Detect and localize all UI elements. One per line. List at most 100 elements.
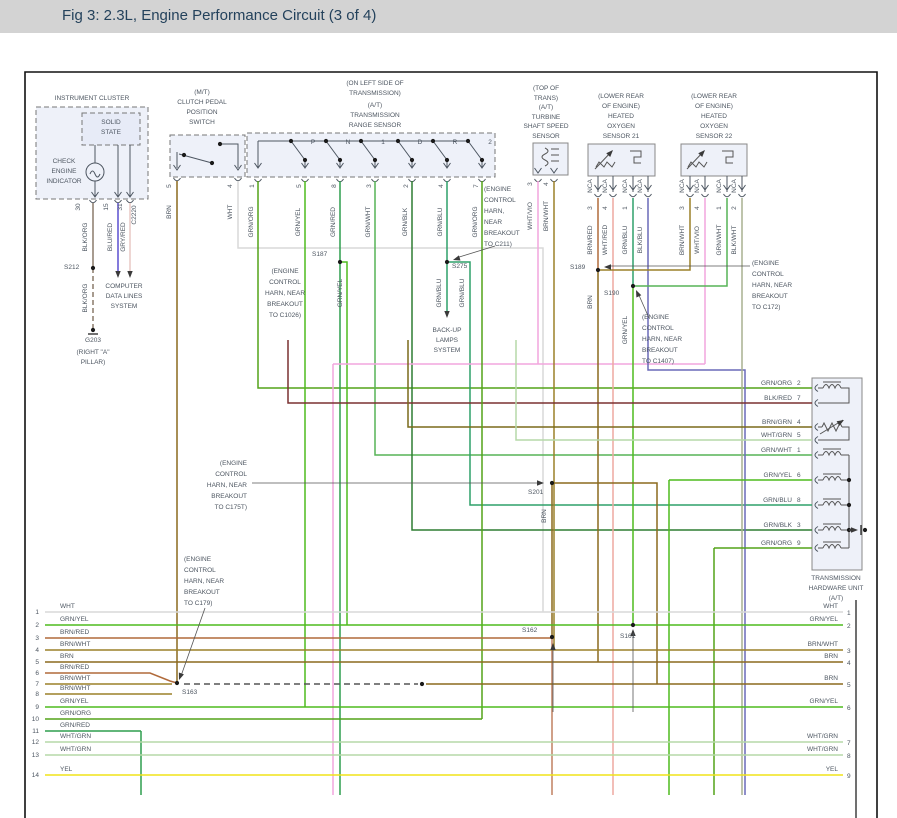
right-row-wire: BRN/WHT xyxy=(758,640,838,650)
right-row-number: 5 xyxy=(847,681,851,691)
left-row-number: 11 xyxy=(27,728,39,735)
left-row-wire: WHT xyxy=(60,602,75,612)
right-row-wire: GRN/YEL xyxy=(758,697,838,707)
backup-lamps-label: BACK-UP LAMPS SYSTEM xyxy=(419,326,475,356)
wire-label: WHT/VIO xyxy=(694,226,701,254)
solid-state-label: SOLID STATE xyxy=(82,118,140,138)
hw-pin-number: 6 xyxy=(797,471,801,481)
gear-label: P xyxy=(311,139,315,146)
nca-label: NCA xyxy=(679,178,686,192)
right-row-wire: BRN xyxy=(758,674,838,684)
nca-label: NCA xyxy=(622,178,629,192)
right-row-number: 6 xyxy=(847,704,851,714)
oxygen-sensor-22-title: (LOWER REAR OF ENGINE) HEATED OXYGEN SEN… xyxy=(678,92,750,142)
wire-label: GRN/YEL xyxy=(622,315,629,344)
hw-pin-number: 7 xyxy=(797,394,801,404)
ground-g203-label: G203 xyxy=(75,336,111,346)
gear-label: D xyxy=(418,139,423,146)
wire-label: GRN/YEL xyxy=(337,278,344,307)
trs-pin-label: 7 xyxy=(473,184,480,188)
wiring-diagram-page: Fig 3: 2.3L, Engine Performance Circuit … xyxy=(0,0,897,818)
ic-pin-label: 31 xyxy=(117,203,124,211)
left-row-number: 6 xyxy=(27,670,39,677)
left-row-wire: BRN xyxy=(60,652,74,662)
splice-s163-label: S163 xyxy=(182,688,197,698)
splice-s275-label: S275 xyxy=(452,262,467,272)
gear-label: 1 xyxy=(381,139,385,146)
ic-connector-label: C2220 xyxy=(131,205,138,225)
splice-s201-label: S201 xyxy=(528,488,543,498)
tss-pin-label: 4 xyxy=(543,182,550,186)
wire-label: GRN/YEL xyxy=(295,207,302,236)
instrument-cluster-title: INSTRUMENT CLUSTER xyxy=(36,94,148,104)
nca-label: NCA xyxy=(587,178,594,192)
trs-pin-label: 8 xyxy=(331,184,338,188)
note-c211: (ENGINE CONTROL HARN, NEAR BREAKOUT TO C… xyxy=(484,184,530,250)
left-row-wire: WHT/GRN xyxy=(60,745,91,755)
hw-pin-number: 4 xyxy=(797,418,801,428)
note-c1407: (ENGINE CONTROL HARN, NEAR BREAKOUT TO C… xyxy=(642,312,700,367)
cpp-pin-label: 4 xyxy=(227,184,234,188)
splice-s190-label: S190 xyxy=(604,289,619,299)
left-row-number: 12 xyxy=(27,739,39,746)
note-c179: (ENGINE CONTROL HARN, NEAR BREAKOUT TO C… xyxy=(184,554,242,609)
wire-label: GRN/RED xyxy=(330,207,337,237)
right-row-wire: WHT xyxy=(758,602,838,612)
wire-label: BLK/WHT xyxy=(731,226,738,255)
hw-pin-wire: GRN/YEL xyxy=(726,471,792,481)
wire-label: GRY/RED xyxy=(120,222,127,252)
turbine-shaft-speed-sensor-box xyxy=(533,143,568,182)
check-engine-indicator-label: CHECK ENGINE INDICATOR xyxy=(38,157,90,187)
wire-label: BLK/BLU xyxy=(637,226,644,253)
range-sensor-location: (ON LEFT SIDE OF TRANSMISSION) xyxy=(310,79,440,99)
hardware-unit-title: TRANSMISSION HARDWARE UNIT (A/T) xyxy=(800,574,872,604)
note-c1026: (ENGINE CONTROL HARN, NEAR BREAKOUT TO C… xyxy=(248,266,322,321)
clutch-pedal-switch-box xyxy=(170,135,245,181)
splice-s212-label: S212 xyxy=(64,263,79,273)
clutch-pedal-switch-title: (M/T) CLUTCH PEDAL POSITION SWITCH xyxy=(158,88,246,128)
wire-label: WHT/RED xyxy=(602,225,609,256)
wire-label: GRN/BLU xyxy=(436,278,443,307)
hw-pin-wire: GRN/WHT xyxy=(726,446,792,456)
cpp-pin-label: 5 xyxy=(166,184,173,188)
wire-label: BRN/WHT xyxy=(543,201,550,231)
left-row-wire: BRN/WHT xyxy=(60,684,90,694)
o22-pin-label: 4 xyxy=(694,206,701,210)
wire-label: GRN/BLU xyxy=(622,225,629,254)
o21-pin-label: 3 xyxy=(587,206,594,210)
wire-label: BLU/RED xyxy=(107,223,114,251)
ground-location-label: (RIGHT "A" PILLAR) xyxy=(60,348,126,368)
hw-pin-wire: GRN/ORG xyxy=(726,379,792,389)
splice-s187-label: S187 xyxy=(312,250,327,260)
hw-pin-wire: BRN/GRN xyxy=(726,418,792,428)
hw-pin-number: 3 xyxy=(797,521,801,531)
gear-label: N xyxy=(346,139,351,146)
wire-label: BRN/WHT xyxy=(679,225,686,255)
ic-pin-label: 30 xyxy=(75,203,82,211)
left-row-number: 9 xyxy=(27,704,39,711)
right-row-number: 2 xyxy=(847,622,851,632)
left-row-wire: BRN/RED xyxy=(60,663,89,673)
range-sensor-title: (A/T) TRANSMISSION RANGE SENSOR xyxy=(310,101,440,131)
wire-label: GRN/BLU xyxy=(459,278,466,307)
left-row-number: 13 xyxy=(27,752,39,759)
left-row-wire: BRN/RED xyxy=(60,628,89,638)
wire-label: GRN/ORG xyxy=(248,206,255,237)
turbine-sensor-title: (TOP OF TRANS) (A/T) TURBINE SHAFT SPEED… xyxy=(515,84,577,141)
right-row-wire: WHT/GRN xyxy=(758,732,838,742)
right-row-number: 3 xyxy=(847,647,851,657)
hw-pin-wire: GRN/ORG xyxy=(726,539,792,549)
hw-pin-number: 9 xyxy=(797,539,801,549)
left-row-number: 1 xyxy=(27,609,39,616)
trs-pin-label: 3 xyxy=(366,184,373,188)
left-row-number: 3 xyxy=(27,635,39,642)
trs-pin-label: 2 xyxy=(403,184,410,188)
hw-pin-number: 5 xyxy=(797,431,801,441)
trs-pin-label: 4 xyxy=(438,184,445,188)
o22-pin-label: 3 xyxy=(679,206,686,210)
right-row-number: 8 xyxy=(847,752,851,762)
hw-pin-wire: GRN/BLK xyxy=(726,521,792,531)
wire-label: GRN/WHT xyxy=(716,224,723,255)
note-c172: (ENGINE CONTROL HARN, NEAR BREAKOUT TO C… xyxy=(752,258,810,313)
transmission-hardware-unit-box xyxy=(812,378,867,570)
